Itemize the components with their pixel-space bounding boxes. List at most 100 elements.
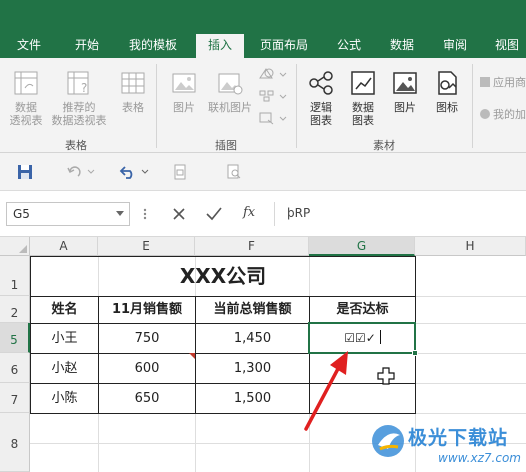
- app-store-button[interactable]: 应用商: [480, 74, 526, 90]
- table-cell[interactable]: 1,500: [196, 384, 309, 413]
- redo-icon[interactable]: [66, 165, 96, 179]
- watermark-logo: 极光下载站 www.xz7.com: [368, 415, 526, 472]
- header-cell-nov-sales[interactable]: 11月销售额: [99, 297, 195, 323]
- select-all-corner[interactable]: [0, 237, 30, 256]
- group-separator: [472, 64, 473, 148]
- smartart-dropdown[interactable]: [258, 88, 288, 104]
- row-header-7[interactable]: 7: [0, 383, 30, 413]
- tab-page-layout[interactable]: 页面布局: [252, 37, 316, 58]
- icons-button[interactable]: 图标: [428, 68, 466, 114]
- spreadsheet-grid[interactable]: A E F G H 1 2 5 6 7 8 XXX公司 姓名 11月销售额 当前…: [0, 237, 526, 472]
- smartart-icon: [259, 90, 287, 102]
- store-icon: [480, 77, 490, 87]
- column-header-a[interactable]: A: [30, 237, 98, 256]
- tab-review[interactable]: 审阅: [434, 37, 476, 58]
- data-chart-icon: [351, 71, 375, 95]
- addin-icon: [480, 109, 490, 119]
- tab-file[interactable]: 文件: [8, 37, 50, 58]
- table-cell[interactable]: 650: [99, 384, 195, 413]
- table-button[interactable]: 表格: [114, 68, 152, 114]
- material-picture-button[interactable]: 图片: [386, 68, 424, 114]
- screenshot-icon: [259, 112, 287, 125]
- table-cell[interactable]: 1,300: [196, 354, 309, 383]
- icons-icon: [438, 71, 457, 95]
- tab-view[interactable]: 视图: [486, 37, 526, 58]
- row-header-1[interactable]: 1: [0, 256, 30, 296]
- gridline: [415, 413, 526, 414]
- recommended-pivot-icon: ?: [67, 71, 89, 95]
- tab-my-templates[interactable]: 我的模板: [120, 37, 186, 58]
- logo-emblem-icon: [372, 425, 404, 457]
- undo-icon[interactable]: [116, 165, 150, 179]
- picture-icon: [172, 73, 196, 93]
- find-icon[interactable]: [226, 164, 242, 180]
- gridline: [415, 323, 526, 324]
- online-picture-button[interactable]: 联机图片: [204, 68, 256, 114]
- formula-input[interactable]: þRP: [274, 202, 526, 226]
- group-separator: [156, 64, 157, 148]
- column-header-e[interactable]: E: [98, 237, 195, 256]
- watermark-url: www.xz7.com: [438, 451, 521, 465]
- shapes-dropdown[interactable]: [258, 66, 288, 82]
- group-label-illustrations: 插图: [215, 139, 237, 152]
- annotation-arrow-icon: [304, 351, 348, 431]
- column-header-h[interactable]: H: [415, 237, 526, 256]
- shapes-icon: [259, 68, 287, 79]
- gridline: [415, 383, 526, 384]
- insert-function-button[interactable]: fx: [243, 205, 255, 220]
- row-header-2[interactable]: 2: [0, 296, 30, 323]
- my-addins-button[interactable]: 我的加: [480, 106, 526, 122]
- material-picture-icon: [393, 72, 417, 94]
- screenshot-dropdown[interactable]: [258, 110, 288, 126]
- cancel-icon[interactable]: [172, 207, 186, 221]
- tab-home[interactable]: 开始: [66, 37, 108, 58]
- data-chart-button[interactable]: 数据 图表: [342, 68, 384, 127]
- logic-chart-button[interactable]: 逻辑 图表: [300, 68, 342, 127]
- ribbon-panel: 数据 透视表 ? 推荐的 数据透视表 表格 表格 图片 联机图片 插图 逻辑 图…: [0, 58, 526, 153]
- enter-check-icon[interactable]: [206, 207, 222, 221]
- cross-cursor-icon: [377, 367, 395, 385]
- row-header-8[interactable]: 8: [0, 413, 30, 472]
- formula-bar: G5 fx þRP: [0, 191, 526, 237]
- table-border: [30, 413, 416, 414]
- save-icon[interactable]: [17, 164, 33, 180]
- header-cell-target-met[interactable]: 是否达标: [310, 297, 415, 323]
- ribbon-tab-bar: 文件 开始 我的模板 插入 页面布局 公式 数据 审阅 视图: [0, 0, 526, 58]
- table-cell[interactable]: 1,450: [196, 324, 309, 353]
- online-picture-icon: [218, 73, 243, 95]
- group-separator: [296, 64, 297, 148]
- column-header-f[interactable]: F: [195, 237, 309, 256]
- logic-chart-icon: [309, 71, 333, 95]
- header-cell-total-sales[interactable]: 当前总销售额: [196, 297, 309, 323]
- table-title[interactable]: XXX公司: [31, 257, 415, 296]
- more-options-icon: [143, 208, 147, 220]
- pivot-table-button[interactable]: 数据 透视表: [4, 68, 48, 127]
- row-header-6[interactable]: 6: [0, 353, 30, 383]
- table-cell[interactable]: 小王: [31, 324, 98, 353]
- fill-handle[interactable]: [412, 350, 418, 356]
- comment-indicator-icon: [189, 353, 195, 359]
- gridline: [415, 296, 526, 297]
- picture-button[interactable]: 图片: [166, 68, 202, 114]
- corner-triangle-icon: [19, 245, 27, 253]
- name-box[interactable]: G5: [6, 202, 130, 226]
- row-header-5[interactable]: 5: [0, 323, 30, 353]
- column-header-g[interactable]: G: [309, 237, 415, 256]
- recommended-pivot-button[interactable]: ? 推荐的 数据透视表: [48, 68, 110, 127]
- tab-insert[interactable]: 插入: [196, 34, 244, 58]
- header-cell-name[interactable]: 姓名: [31, 297, 98, 323]
- tab-formulas[interactable]: 公式: [328, 37, 370, 58]
- watermark-text: 极光下载站: [408, 427, 509, 449]
- table-cell[interactable]: 小赵: [31, 354, 98, 383]
- table-cell[interactable]: 600: [99, 354, 195, 383]
- table-cell[interactable]: 750: [99, 324, 195, 353]
- tab-data[interactable]: 数据: [381, 37, 423, 58]
- table-icon: [121, 72, 145, 94]
- table-cell[interactable]: 小陈: [31, 384, 98, 413]
- svg-text:?: ?: [81, 81, 87, 95]
- group-label-tables: 表格: [65, 139, 87, 152]
- quick-access-toolbar: [0, 153, 526, 191]
- group-label-material: 素材: [373, 139, 395, 152]
- print-preview-icon[interactable]: [172, 164, 188, 180]
- gridline: [415, 353, 526, 354]
